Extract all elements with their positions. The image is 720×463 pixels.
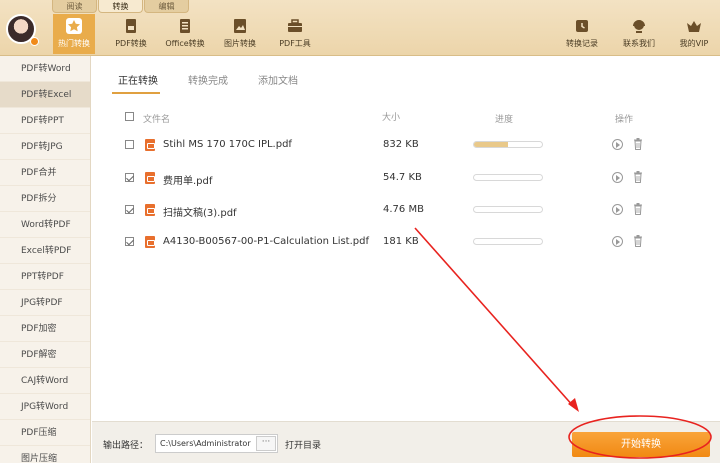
- row-checkbox[interactable]: [125, 173, 134, 182]
- file-name: Stihl MS 170 170C IPL.pdf: [163, 139, 292, 150]
- content-tabs: 正在转换 转换完成 添加文档: [112, 72, 322, 94]
- sidebar-item-word-to-pdf[interactable]: Word转PDF: [0, 212, 90, 238]
- toolbar-hot-convert[interactable]: 热门转换: [53, 14, 95, 54]
- play-icon[interactable]: [612, 204, 623, 215]
- sidebar-item-jpg-to-pdf[interactable]: JPG转PDF: [0, 290, 90, 316]
- sidebar-item-image-compress[interactable]: 图片压缩: [0, 446, 90, 463]
- table-row[interactable]: 费用单.pdf 54.7 KB: [125, 169, 685, 187]
- app-window: 阅读 转换 编辑 热门转换 PDF转换 Office转换 图片转换 PDF工具: [0, 0, 720, 463]
- trash-icon[interactable]: [633, 235, 643, 247]
- sidebar-item-jpg-to-word[interactable]: JPG转Word: [0, 394, 90, 420]
- sidebar-item-pdf-merge[interactable]: PDF合并: [0, 160, 90, 186]
- progress-bar: [473, 141, 543, 148]
- toolbar-history[interactable]: 转换记录: [562, 14, 602, 54]
- progress-bar: [473, 238, 543, 245]
- sidebar: PDF转Word PDF转Excel PDF转PPT PDF转JPG PDF合并…: [0, 56, 91, 463]
- output-bar: 输出路径： C:\Users\Administrator ··· 打开目录 开始…: [92, 421, 720, 463]
- sidebar-item-pdf-decrypt[interactable]: PDF解密: [0, 342, 90, 368]
- file-size: 181 KB: [383, 236, 419, 247]
- file-name: 费用单.pdf: [163, 176, 213, 187]
- row-checkbox[interactable]: [125, 237, 134, 246]
- trash-icon[interactable]: [633, 171, 643, 183]
- open-directory-link[interactable]: 打开目录: [285, 438, 321, 451]
- table-row[interactable]: Stihl MS 170 170C IPL.pdf 832 KB: [125, 136, 685, 154]
- tab-convert[interactable]: 转换: [98, 0, 143, 13]
- sidebar-item-pdf-compress[interactable]: PDF压缩: [0, 420, 90, 446]
- pdf-file-icon: [145, 236, 155, 248]
- pdf-file-icon: [145, 139, 155, 151]
- play-icon[interactable]: [612, 172, 623, 183]
- main-panel: 正在转换 转换完成 添加文档 文件名 大小 进度 操作 Stihl MS 170…: [92, 56, 720, 421]
- headset-icon: [633, 20, 645, 33]
- header-progress: 进度: [495, 115, 514, 125]
- sidebar-item-pdf-to-ppt[interactable]: PDF转PPT: [0, 108, 90, 134]
- row-checkbox[interactable]: [125, 140, 134, 149]
- star-icon: [66, 18, 82, 34]
- play-icon[interactable]: [612, 236, 623, 247]
- progress-bar: [473, 174, 543, 181]
- tab-add-document[interactable]: 添加文档: [252, 72, 300, 94]
- sidebar-item-pdf-split[interactable]: PDF拆分: [0, 186, 90, 212]
- table-row[interactable]: 扫描文稿(3).pdf 4.76 MB: [125, 201, 685, 219]
- toolbar-pdf-tools[interactable]: PDF工具: [275, 14, 315, 54]
- output-path-label: 输出路径：: [103, 441, 149, 451]
- toolbar-vip[interactable]: 我的VIP: [676, 14, 712, 54]
- top-toolbar: 阅读 转换 编辑 热门转换 PDF转换 Office转换 图片转换 PDF工具: [0, 0, 720, 56]
- pdf-file-icon: [145, 204, 155, 216]
- toolbox-icon: [288, 19, 302, 32]
- sidebar-item-pdf-to-word[interactable]: PDF转Word: [0, 56, 90, 82]
- progress-fill: [474, 142, 508, 147]
- tab-read[interactable]: 阅读: [52, 0, 97, 13]
- header-size: 大小: [382, 113, 401, 123]
- header-filename: 文件名: [143, 115, 171, 125]
- sidebar-item-caj-to-word[interactable]: CAJ转Word: [0, 368, 90, 394]
- file-size: 54.7 KB: [383, 172, 422, 183]
- tab-converting[interactable]: 正在转换: [112, 72, 160, 94]
- document-icon: [180, 19, 190, 33]
- sidebar-item-excel-to-pdf[interactable]: Excel转PDF: [0, 238, 90, 264]
- row-checkbox[interactable]: [125, 205, 134, 214]
- pdf-file-icon: [145, 172, 155, 184]
- trash-icon[interactable]: [633, 203, 643, 215]
- sidebar-item-pdf-to-jpg[interactable]: PDF转JPG: [0, 134, 90, 160]
- sidebar-item-pdf-to-excel[interactable]: PDF转Excel: [0, 82, 90, 108]
- image-icon: [234, 19, 246, 33]
- menu-tabs: 阅读 转换 编辑: [52, 0, 190, 13]
- crown-icon: [687, 21, 701, 32]
- select-all-checkbox[interactable]: [125, 112, 134, 121]
- tab-edit[interactable]: 编辑: [144, 0, 189, 13]
- header-action: 操作: [615, 115, 634, 125]
- toolbar-office-convert[interactable]: Office转换: [163, 14, 207, 54]
- history-icon: [576, 20, 588, 32]
- vip-badge-icon: [30, 37, 39, 46]
- file-size: 4.76 MB: [383, 204, 424, 215]
- trash-icon[interactable]: [633, 138, 643, 150]
- toolbar-contact[interactable]: 联系我们: [620, 14, 658, 54]
- toolbar-pdf-convert[interactable]: PDF转换: [110, 14, 152, 54]
- table-row[interactable]: A4130-B00567-00-P1-Calculation List.pdf …: [125, 233, 685, 251]
- file-size: 832 KB: [383, 139, 419, 150]
- file-name: A4130-B00567-00-P1-Calculation List.pdf: [163, 236, 369, 247]
- file-name: 扫描文稿(3).pdf: [163, 208, 237, 219]
- progress-bar: [473, 206, 543, 213]
- sidebar-item-pdf-encrypt[interactable]: PDF加密: [0, 316, 90, 342]
- toolbar-image-convert[interactable]: 图片转换: [218, 14, 262, 54]
- browse-button[interactable]: ···: [256, 436, 276, 451]
- start-convert-button[interactable]: 开始转换: [572, 432, 710, 457]
- play-icon[interactable]: [612, 139, 623, 150]
- tab-completed[interactable]: 转换完成: [182, 72, 230, 94]
- pdf-icon: [126, 19, 136, 33]
- sidebar-item-ppt-to-pdf[interactable]: PPT转PDF: [0, 264, 90, 290]
